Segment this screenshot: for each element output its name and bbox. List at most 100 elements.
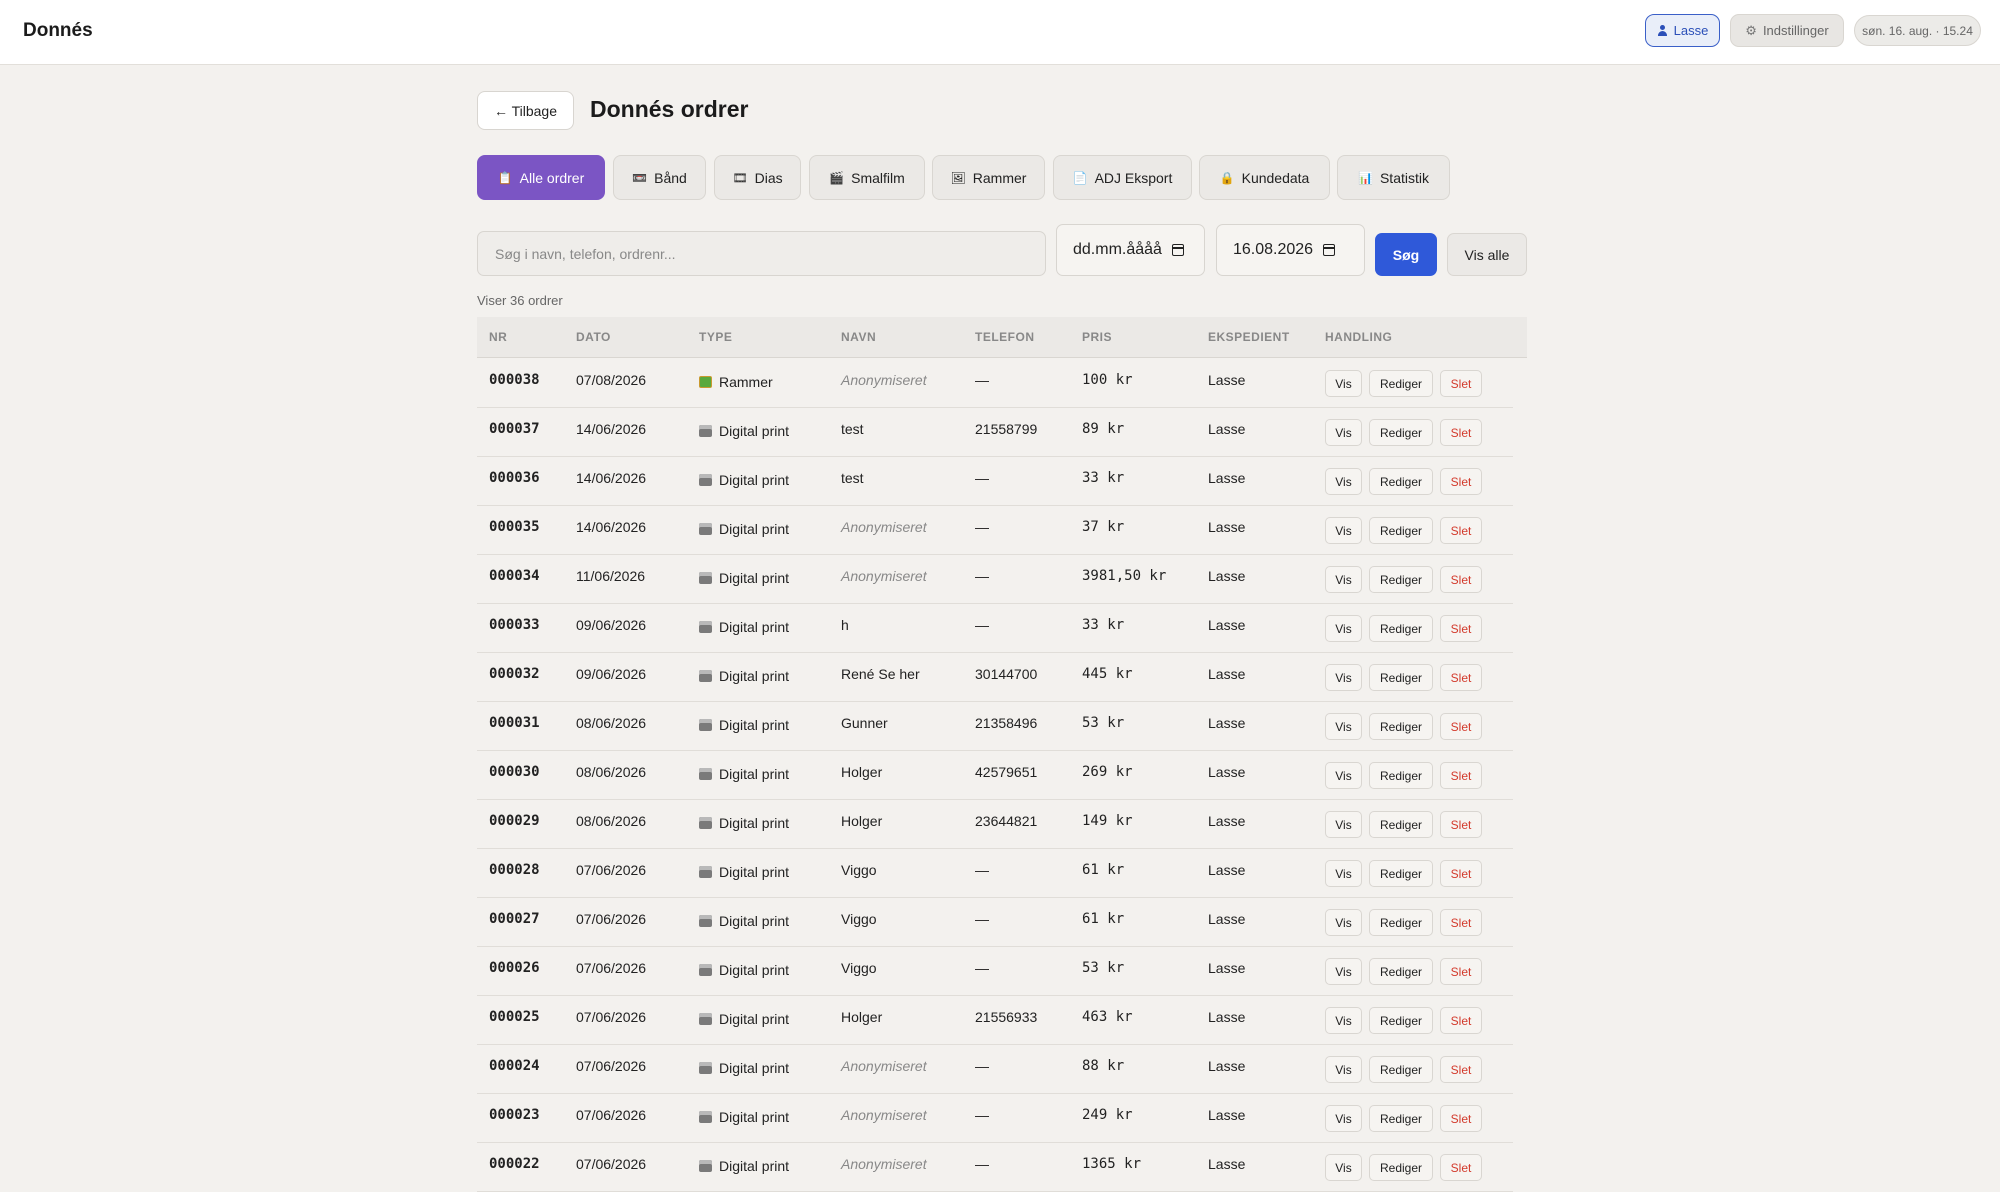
table-row[interactable]: 000035 14/06/2026 Digital print Anonymisere…: [477, 505, 1513, 555]
tab-smalfilm[interactable]: 🎬 Smalfilm: [809, 155, 925, 200]
edit-button[interactable]: Rediger: [1369, 566, 1433, 593]
delete-button[interactable]: Slet: [1440, 860, 1482, 887]
table-row[interactable]: 000029 08/06/2026 Digital print Holger 23644…: [477, 799, 1513, 849]
delete-button[interactable]: Slet: [1440, 762, 1482, 789]
order-price: 269 kr: [1082, 764, 1133, 780]
table-row[interactable]: 000034 11/06/2026 Digital print Anonymisere…: [477, 554, 1513, 604]
delete-button[interactable]: Slet: [1440, 370, 1482, 397]
view-button[interactable]: Vis: [1325, 1056, 1362, 1083]
tab-rammer[interactable]: 🖼 Rammer: [932, 155, 1045, 200]
column-header-telefon[interactable]: TELEFON: [975, 330, 1035, 344]
view-button[interactable]: Vis: [1325, 664, 1362, 691]
tab-kundedata[interactable]: 🔒 Kundedata: [1199, 155, 1330, 200]
delete-button[interactable]: Slet: [1440, 713, 1482, 740]
settings-button[interactable]: ⚙ Indstillinger: [1730, 14, 1844, 47]
table-row[interactable]: 000036 14/06/2026 Digital print test — 33 kr L…: [477, 456, 1513, 506]
view-button[interactable]: Vis: [1325, 370, 1362, 397]
table-row[interactable]: 000026 07/06/2026 Digital print Viggo — 53 kr…: [477, 946, 1513, 996]
edit-button[interactable]: Rediger: [1369, 1007, 1433, 1034]
calendar-icon[interactable]: [1171, 244, 1184, 256]
search-input[interactable]: [477, 231, 1046, 276]
view-button[interactable]: Vis: [1325, 713, 1362, 740]
view-button[interactable]: Vis: [1325, 762, 1362, 789]
view-button[interactable]: Vis: [1325, 517, 1362, 544]
table-row[interactable]: 000031 08/06/2026 Digital print Gunner 21358…: [477, 701, 1513, 751]
back-button[interactable]: ← Tilbage: [477, 91, 574, 130]
column-header-navn[interactable]: NAVN: [841, 330, 876, 344]
column-header-dato[interactable]: DATO: [576, 330, 611, 344]
view-button[interactable]: Vis: [1325, 566, 1362, 593]
delete-button[interactable]: Slet: [1440, 1154, 1482, 1181]
date-to-field[interactable]: 16.08.2026: [1216, 224, 1365, 276]
column-header-type[interactable]: TYPE: [699, 330, 732, 344]
table-row[interactable]: 000025 07/06/2026 Digital print Holger 21556…: [477, 995, 1513, 1045]
delete-button[interactable]: Slet: [1440, 566, 1482, 593]
tab-baand[interactable]: 📼 Bånd: [613, 155, 706, 200]
show-all-button[interactable]: Vis alle: [1447, 233, 1527, 276]
edit-button[interactable]: Rediger: [1369, 468, 1433, 495]
delete-button[interactable]: Slet: [1440, 811, 1482, 838]
view-button[interactable]: Vis: [1325, 615, 1362, 642]
order-price: 3981,50 kr: [1082, 568, 1167, 584]
view-button[interactable]: Vis: [1325, 1154, 1362, 1181]
date-from-field[interactable]: dd.mm.åååå: [1056, 224, 1205, 276]
view-button[interactable]: Vis: [1325, 958, 1362, 985]
column-header-nr[interactable]: NR: [489, 330, 507, 344]
edit-button[interactable]: Rediger: [1369, 909, 1433, 936]
delete-button[interactable]: Slet: [1440, 664, 1482, 691]
table-row[interactable]: 000032 09/06/2026 Digital print René Se her…: [477, 652, 1513, 702]
tab-statistik[interactable]: 📊 Statistik: [1337, 155, 1450, 200]
edit-button[interactable]: Rediger: [1369, 713, 1433, 740]
delete-button[interactable]: Slet: [1440, 1105, 1482, 1132]
edit-button[interactable]: Rediger: [1369, 615, 1433, 642]
view-button[interactable]: Vis: [1325, 1007, 1362, 1034]
edit-button[interactable]: Rediger: [1369, 1154, 1433, 1181]
delete-button[interactable]: Slet: [1440, 419, 1482, 446]
edit-button[interactable]: Rediger: [1369, 419, 1433, 446]
edit-button[interactable]: Rediger: [1369, 762, 1433, 789]
edit-button[interactable]: Rediger: [1369, 1105, 1433, 1132]
delete-button[interactable]: Slet: [1440, 1056, 1482, 1083]
delete-button[interactable]: Slet: [1440, 517, 1482, 544]
edit-button[interactable]: Rediger: [1369, 517, 1433, 544]
search-button[interactable]: Søg: [1375, 233, 1437, 276]
delete-button[interactable]: Slet: [1440, 958, 1482, 985]
column-header-pris[interactable]: PRIS: [1082, 330, 1112, 344]
edit-button[interactable]: Rediger: [1369, 1056, 1433, 1083]
delete-button[interactable]: Slet: [1440, 615, 1482, 642]
table-row[interactable]: 000037 14/06/2026 Digital print test 2155879…: [477, 407, 1513, 457]
tab-dias[interactable]: 🎞 Dias: [714, 155, 801, 200]
table-row[interactable]: 000024 07/06/2026 Digital print Anonymisere…: [477, 1044, 1513, 1094]
order-number: 000030: [489, 764, 540, 780]
table-row[interactable]: 000033 09/06/2026 Digital print h — 33 kr Lass…: [477, 603, 1513, 653]
edit-button[interactable]: Rediger: [1369, 958, 1433, 985]
edit-button[interactable]: Rediger: [1369, 370, 1433, 397]
edit-button[interactable]: Rediger: [1369, 860, 1433, 887]
delete-button[interactable]: Slet: [1440, 468, 1482, 495]
delete-button[interactable]: Slet: [1440, 909, 1482, 936]
column-header-ekspedient[interactable]: EKSPEDIENT: [1208, 330, 1290, 344]
table-row[interactable]: 000023 07/06/2026 Digital print Anonymisere…: [477, 1093, 1513, 1143]
table-row[interactable]: 000028 07/06/2026 Digital print Viggo — 61 kr…: [477, 848, 1513, 898]
edit-button[interactable]: Rediger: [1369, 664, 1433, 691]
view-button[interactable]: Vis: [1325, 909, 1362, 936]
calendar-icon[interactable]: [1323, 244, 1336, 256]
table-row[interactable]: 000030 08/06/2026 Digital print Holger 42579…: [477, 750, 1513, 800]
edit-button[interactable]: Rediger: [1369, 811, 1433, 838]
view-button[interactable]: Vis: [1325, 468, 1362, 495]
view-button[interactable]: Vis: [1325, 1105, 1362, 1132]
user-button[interactable]: Lasse: [1645, 14, 1720, 47]
tab-adj-eksport[interactable]: 📄 ADJ Eksport: [1053, 155, 1192, 200]
brand-logo[interactable]: Donnés: [23, 20, 93, 42]
view-button[interactable]: Vis: [1325, 811, 1362, 838]
view-button[interactable]: Vis: [1325, 860, 1362, 887]
table-row[interactable]: 000022 07/06/2026 Digital print Anonymisere…: [477, 1142, 1513, 1192]
table-row[interactable]: 000027 07/06/2026 Digital print Viggo — 61 kr…: [477, 897, 1513, 947]
tab-alle-ordrer[interactable]: 📋 Alle ordrer: [477, 155, 605, 200]
view-button[interactable]: Vis: [1325, 419, 1362, 446]
table-row[interactable]: 000038 07/08/2026 Rammer Anonymiseret — 100 k…: [477, 358, 1513, 408]
order-clerk: Lasse: [1208, 1058, 1246, 1074]
delete-button[interactable]: Slet: [1440, 1007, 1482, 1034]
customer-name: test: [841, 421, 864, 437]
order-type-label: Digital print: [719, 913, 790, 929]
